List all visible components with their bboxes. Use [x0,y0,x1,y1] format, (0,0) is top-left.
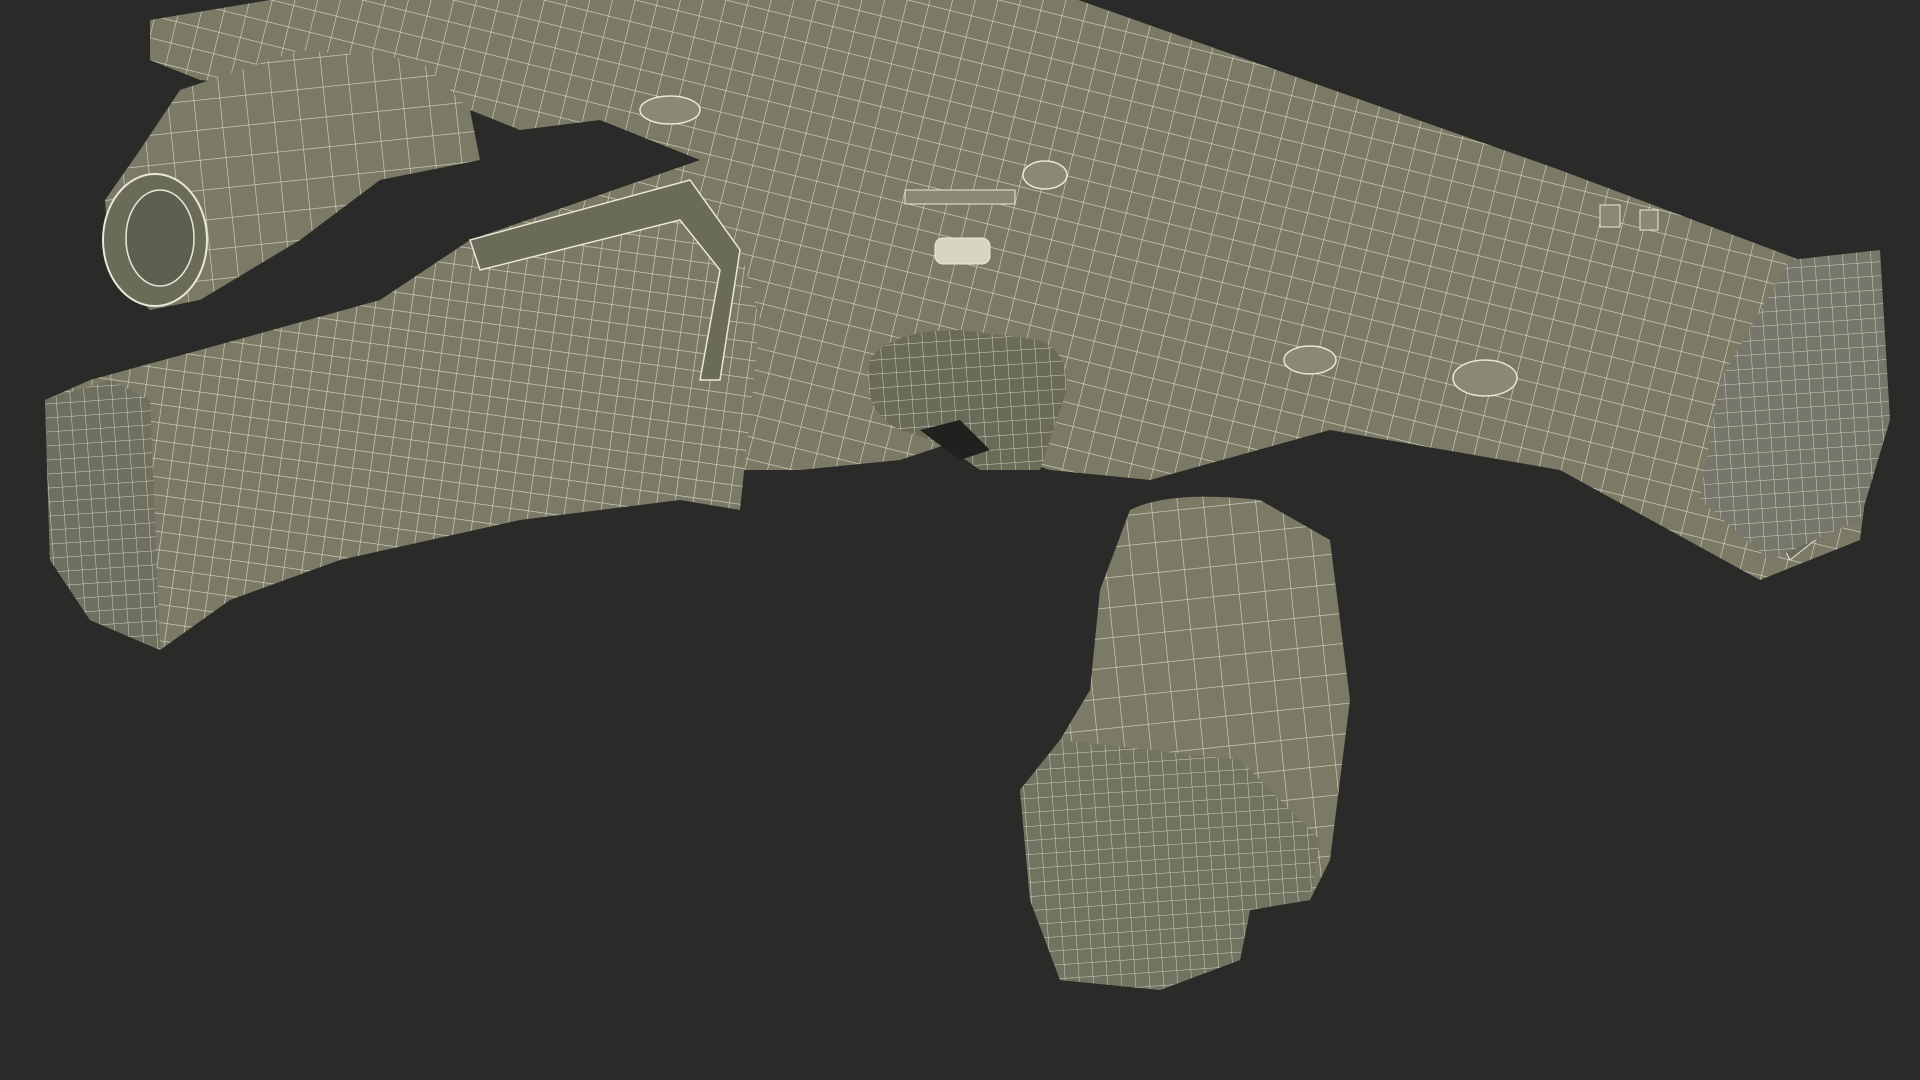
wireframe-render [45,0,1890,990]
foregrip [102,50,480,310]
pistol-grip [1020,496,1350,990]
render-viewport [0,0,1920,1080]
